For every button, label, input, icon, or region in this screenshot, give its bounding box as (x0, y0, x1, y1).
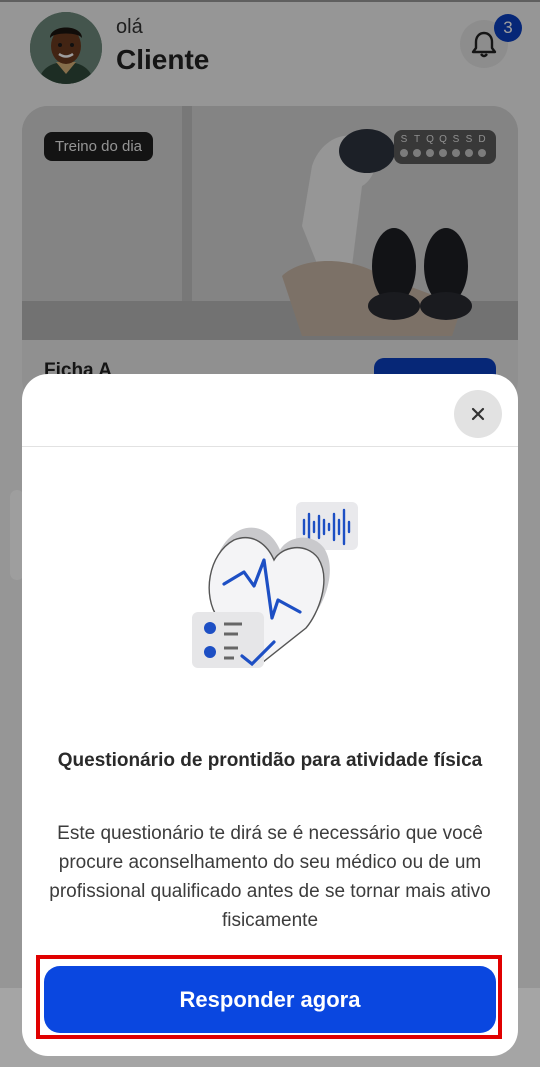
modal-divider (22, 446, 518, 447)
close-icon (471, 407, 485, 421)
answer-now-button[interactable]: Responder agora (44, 966, 496, 1033)
heart-health-illustration (192, 502, 358, 668)
readiness-questionnaire-modal: Questionário de prontidão para atividade… (22, 374, 518, 1056)
modal-title: Questionário de prontidão para atividade… (57, 750, 483, 771)
modal-description: Este questionário te dirá se é necessári… (49, 823, 491, 931)
close-button[interactable] (454, 390, 502, 438)
